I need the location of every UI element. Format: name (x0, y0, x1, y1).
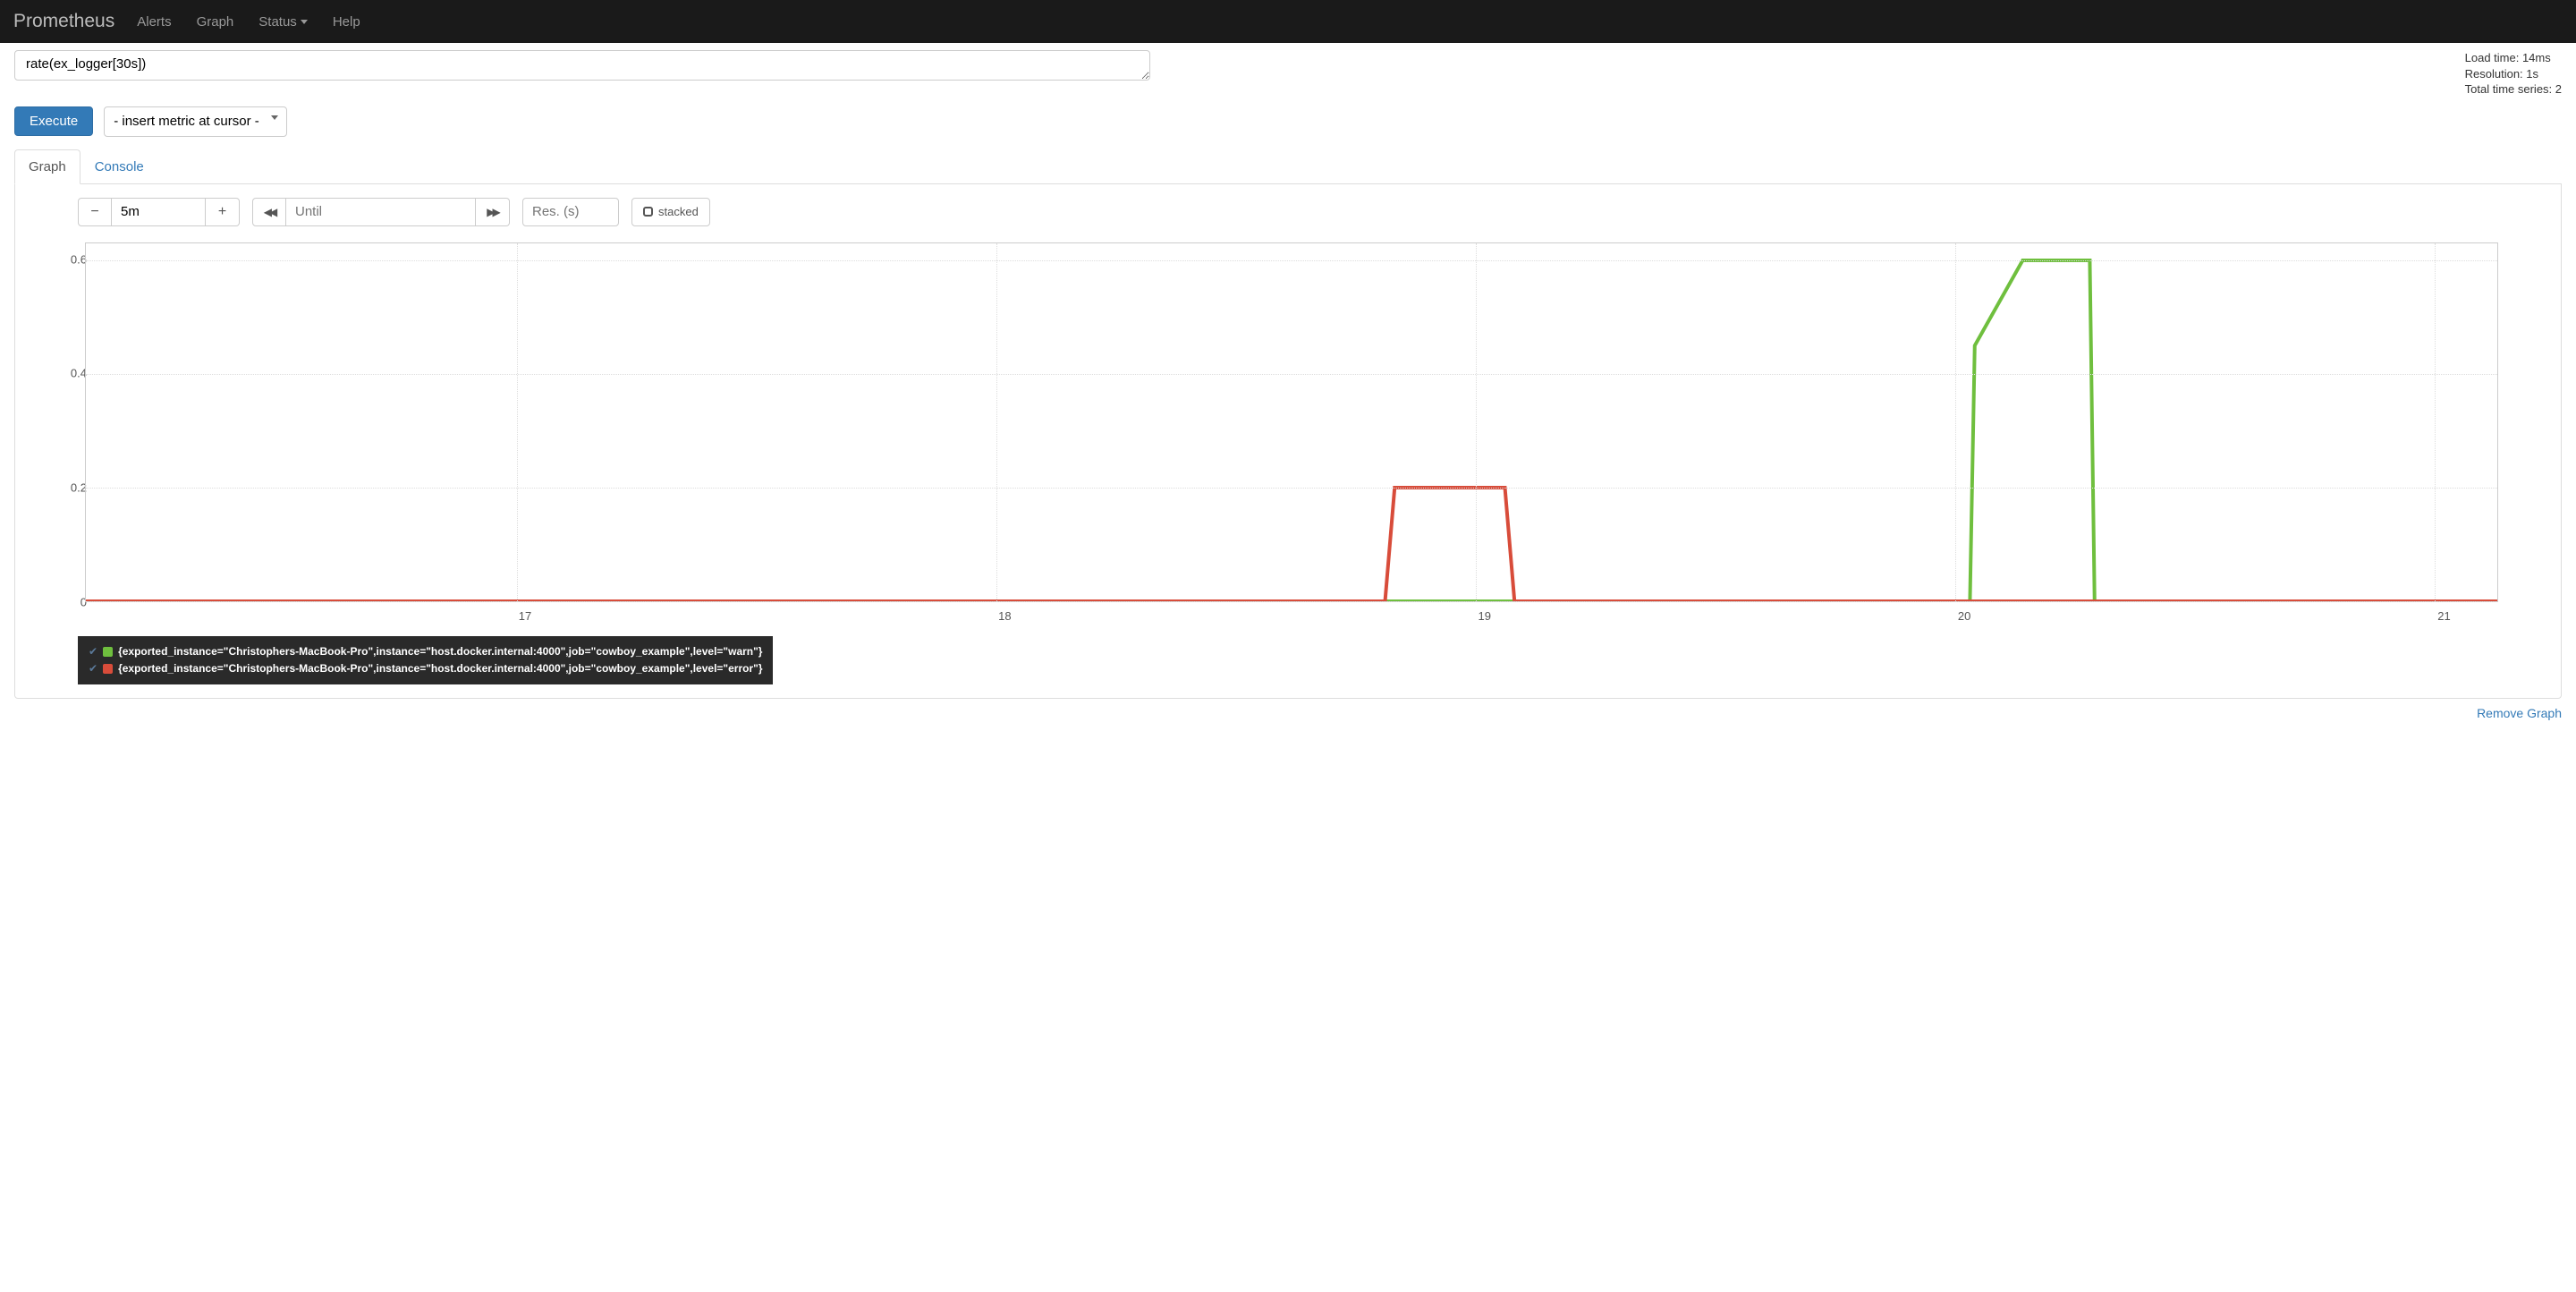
remove-graph-link[interactable]: Remove Graph (2477, 706, 2562, 720)
chart: 00.20.40.6 1718192021 (78, 242, 2498, 627)
check-icon: ✔ (89, 643, 97, 660)
series-line (86, 488, 2497, 601)
chevron-down-icon (301, 20, 308, 24)
series-line (86, 260, 2497, 601)
time-forward-button[interactable]: ▶▶ (476, 198, 510, 226)
x-tick-label: 20 (1958, 609, 1970, 623)
gridline (996, 243, 997, 601)
chevron-double-right-icon: ▶▶ (487, 206, 497, 218)
query-stats: Load time: 14ms Resolution: 1s Total tim… (2465, 50, 2562, 98)
expression-input[interactable]: rate(ex_logger[30s]) (14, 50, 1150, 81)
x-tick-label: 17 (519, 609, 531, 623)
tab-graph[interactable]: Graph (14, 149, 80, 184)
plus-icon: + (218, 204, 226, 220)
legend-swatch (103, 647, 113, 657)
legend-item[interactable]: ✔ {exported_instance="Christophers-MacBoo… (89, 660, 762, 677)
x-tick-label: 19 (1479, 609, 1491, 623)
nav-help[interactable]: Help (333, 14, 360, 30)
brand-link[interactable]: Prometheus (13, 11, 114, 32)
stacked-toggle[interactable]: stacked (631, 198, 710, 226)
nav-status[interactable]: Status (258, 14, 308, 30)
legend-label: {exported_instance="Christophers-MacBook… (118, 660, 762, 677)
minus-icon: − (90, 204, 98, 220)
nav-graph[interactable]: Graph (197, 14, 234, 30)
range-input[interactable] (112, 198, 206, 226)
gridline (86, 601, 2497, 602)
tabs: Graph Console (14, 149, 2562, 184)
nav-status-label: Status (258, 14, 297, 30)
gridline (517, 243, 518, 601)
gridline (86, 260, 2497, 261)
navbar: Prometheus Alerts Graph Status Help (0, 0, 2576, 43)
stat-resolution: Resolution: 1s (2465, 66, 2562, 82)
stat-load-time: Load time: 14ms (2465, 50, 2562, 66)
gridline (2435, 243, 2436, 601)
gridline (86, 374, 2497, 375)
execute-button[interactable]: Execute (14, 106, 93, 136)
range-increase-button[interactable]: + (206, 198, 240, 226)
legend-swatch (103, 664, 113, 674)
stacked-icon (643, 207, 653, 217)
graph-panel: − + ◀◀ ▶▶ stacked 00.20.40.6 1718192021 (14, 184, 2562, 699)
chevron-double-left-icon: ◀◀ (264, 206, 275, 218)
legend: ✔ {exported_instance="Christophers-MacBoo… (78, 636, 773, 684)
legend-item[interactable]: ✔ {exported_instance="Christophers-MacBoo… (89, 643, 762, 660)
x-tick-label: 21 (2437, 609, 2450, 623)
time-back-button[interactable]: ◀◀ (252, 198, 286, 226)
x-tick-label: 18 (998, 609, 1011, 623)
nav-alerts[interactable]: Alerts (137, 14, 171, 30)
gridline (1955, 243, 1956, 601)
stacked-label: stacked (658, 205, 699, 218)
time-range-group: − + (78, 198, 240, 226)
tab-console[interactable]: Console (80, 149, 158, 183)
resolution-input[interactable] (522, 198, 619, 226)
gridline (86, 488, 2497, 489)
stat-total-series: Total time series: 2 (2465, 81, 2562, 98)
range-decrease-button[interactable]: − (78, 198, 112, 226)
metric-select[interactable]: - insert metric at cursor - (104, 106, 287, 137)
time-window-group: ◀◀ ▶▶ (252, 198, 510, 226)
until-input[interactable] (286, 198, 476, 226)
legend-label: {exported_instance="Christophers-MacBook… (118, 643, 762, 660)
check-icon: ✔ (89, 660, 97, 677)
gridline (1476, 243, 1477, 601)
